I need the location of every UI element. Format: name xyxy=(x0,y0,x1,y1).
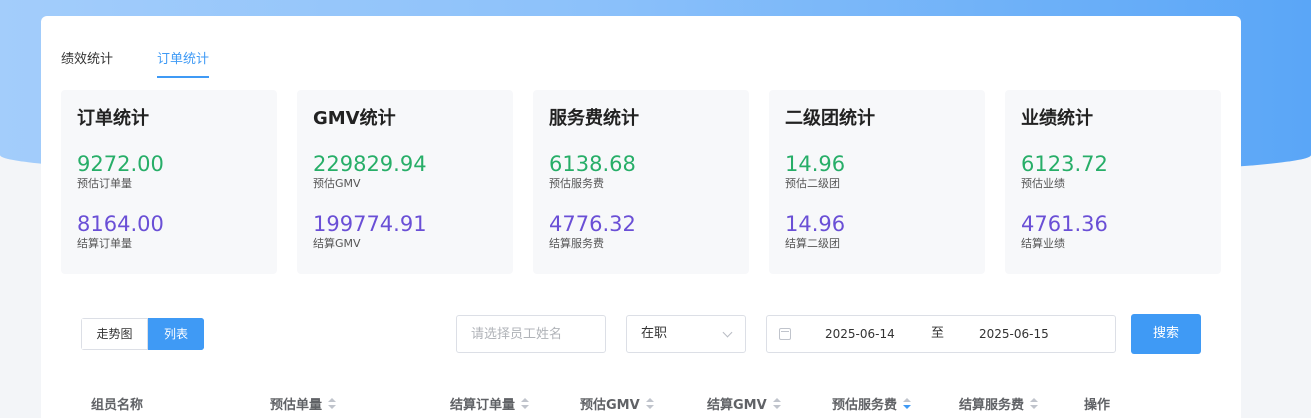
column-header-est-orders[interactable]: 预估单量 xyxy=(270,394,337,413)
sort-desc-icon[interactable] xyxy=(903,397,912,410)
list-view-button[interactable]: 列表 xyxy=(148,318,204,350)
column-label: 组员名称 xyxy=(91,398,144,413)
trend-view-button[interactable]: 走势图 xyxy=(81,318,148,350)
column-header-est-gmv[interactable]: 预估GMV xyxy=(580,394,654,413)
estimated-label: 预估业绩 xyxy=(1021,177,1065,190)
column-header-settled-gmv[interactable]: 结算GMV xyxy=(707,394,781,413)
stat-card-performance: 业绩统计 6123.72 预估业绩 4761.36 结算业绩 xyxy=(1005,90,1221,274)
column-label: 结算订单量 xyxy=(450,398,516,413)
tab-performance[interactable]: 绩效统计 xyxy=(61,48,113,76)
settled-value: 8164.00 xyxy=(77,212,164,236)
sort-icon[interactable] xyxy=(328,397,337,410)
stat-card-orders: 订单统计 9272.00 预估订单量 8164.00 结算订单量 xyxy=(61,90,277,274)
settled-value: 4776.32 xyxy=(549,212,636,236)
sort-icon[interactable] xyxy=(1030,397,1039,410)
stat-card-secondary-group: 二级团统计 14.96 预估二级团 14.96 结算二级团 xyxy=(769,90,985,274)
settled-label: 结算二级团 xyxy=(785,237,840,250)
column-label: 预估单量 xyxy=(270,398,323,413)
employee-name-field xyxy=(456,315,606,353)
sort-icon[interactable] xyxy=(772,397,781,410)
column-label: 操作 xyxy=(1084,398,1111,413)
settled-value: 14.96 xyxy=(785,212,846,236)
date-start[interactable]: 2025-06-14 xyxy=(825,316,895,352)
date-range-picker[interactable]: 2025-06-14 至 2025-06-15 xyxy=(766,315,1116,353)
settled-label: 结算服务费 xyxy=(549,237,604,250)
estimated-value: 229829.94 xyxy=(313,152,427,176)
column-header-member: 组员名称 xyxy=(91,394,143,413)
estimated-label: 预估订单量 xyxy=(77,177,132,190)
column-label: 预估服务费 xyxy=(832,398,898,413)
estimated-value: 6123.72 xyxy=(1021,152,1108,176)
estimated-value: 14.96 xyxy=(785,152,846,176)
settled-value: 199774.91 xyxy=(313,212,427,236)
tab-orders[interactable]: 订单统计 xyxy=(157,48,210,78)
estimated-value: 9272.00 xyxy=(77,152,164,176)
column-label: 预估GMV xyxy=(580,398,640,413)
date-separator: 至 xyxy=(931,326,945,341)
sort-icon[interactable] xyxy=(645,397,654,410)
stat-title: GMV统计 xyxy=(313,108,396,129)
estimated-label: 预估二级团 xyxy=(785,177,840,190)
stat-title: 二级团统计 xyxy=(785,108,875,129)
view-toggle: 走势图 列表 xyxy=(81,318,204,350)
status-select-value: 在职 xyxy=(641,326,668,341)
column-header-settled-orders[interactable]: 结算订单量 xyxy=(450,394,530,413)
calendar-icon xyxy=(779,328,791,340)
estimated-value: 6138.68 xyxy=(549,152,636,176)
column-header-actions: 操作 xyxy=(1084,394,1110,413)
stat-title: 服务费统计 xyxy=(549,108,639,129)
employee-name-input[interactable] xyxy=(457,316,605,352)
settled-label: 结算GMV xyxy=(313,237,361,250)
column-header-settled-service-fee[interactable]: 结算服务费 xyxy=(959,394,1039,413)
estimated-label: 预估服务费 xyxy=(549,177,604,190)
stat-title: 订单统计 xyxy=(77,108,149,129)
stat-title: 业绩统计 xyxy=(1021,108,1093,129)
stat-card-gmv: GMV统计 229829.94 预估GMV 199774.91 结算GMV xyxy=(297,90,513,274)
sort-icon[interactable] xyxy=(521,397,530,410)
settled-label: 结算业绩 xyxy=(1021,237,1065,250)
main-card: 绩效统计 订单统计 订单统计 9272.00 预估订单量 8164.00 结算订… xyxy=(41,16,1241,418)
status-select[interactable]: 在职 xyxy=(626,315,746,353)
search-button[interactable]: 搜索 xyxy=(1131,314,1201,354)
settled-label: 结算订单量 xyxy=(77,237,132,250)
settled-value: 4761.36 xyxy=(1021,212,1108,236)
column-header-est-service-fee[interactable]: 预估服务费 xyxy=(832,394,912,413)
column-label: 结算服务费 xyxy=(959,398,1025,413)
estimated-label: 预估GMV xyxy=(313,177,361,190)
stat-card-service-fee: 服务费统计 6138.68 预估服务费 4776.32 结算服务费 xyxy=(533,90,749,274)
chevron-down-icon xyxy=(722,327,733,338)
date-end[interactable]: 2025-06-15 xyxy=(979,316,1049,352)
column-label: 结算GMV xyxy=(707,398,767,413)
